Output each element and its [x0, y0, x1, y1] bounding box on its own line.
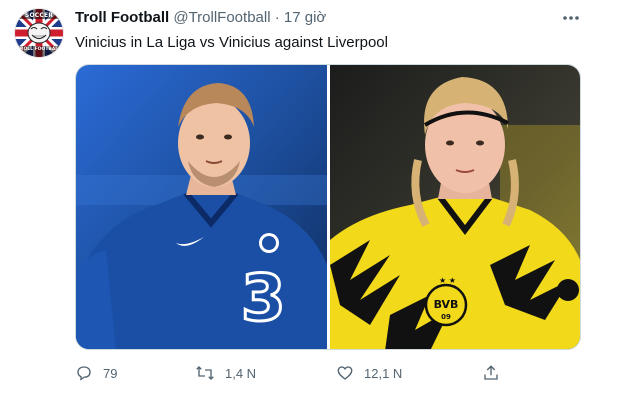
author-name[interactable]: Troll Football [75, 9, 169, 26]
separator-dot: · [274, 9, 280, 26]
player-blue-kit-photo-icon: 3 [76, 65, 327, 349]
retweet-count: 1,4 N [225, 365, 257, 381]
tweet[interactable]: SOCCER TROLL FOOTBALL Troll Football @Tr… [0, 0, 630, 414]
reply-count: 79 [103, 365, 118, 381]
tweet-media[interactable]: 3 BVB 09 ★ ★ [75, 64, 581, 350]
media-image-right[interactable]: BVB 09 ★ ★ [330, 65, 580, 349]
tweet-time[interactable]: 17 giờ [284, 9, 326, 26]
heart-icon [337, 366, 353, 380]
badge-sub-text: 09 [441, 313, 451, 321]
like-button[interactable]: 12,1 N [336, 362, 402, 384]
avatar-bottom-text: TROLL FOOTBALL [16, 47, 62, 52]
retweet-button[interactable]: 1,4 N [195, 362, 256, 384]
tweet-header: Troll Football @TrollFootball · 17 giờ [75, 9, 326, 29]
player-yellow-kit-photo-icon: BVB 09 ★ ★ [330, 65, 580, 349]
avatar[interactable]: SOCCER TROLL FOOTBALL [14, 8, 64, 58]
reply-icon [77, 366, 91, 381]
more-options-button[interactable] [560, 9, 582, 27]
share-icon [484, 365, 498, 380]
more-icon [563, 16, 579, 20]
reply-button[interactable]: 79 [75, 362, 117, 384]
media-image-left[interactable]: 3 [76, 65, 327, 349]
share-button[interactable] [482, 362, 500, 384]
author-handle[interactable]: @TrollFootball [173, 9, 270, 26]
retweet-icon [196, 366, 214, 380]
troll-face-icon [27, 22, 51, 44]
svg-text:3: 3 [241, 262, 286, 336]
like-count: 12,1 N [364, 365, 403, 381]
avatar-top-text: SOCCER [24, 12, 54, 19]
tweet-text: Vinicius in La Liga vs Vinicius against … [75, 34, 388, 51]
svg-text:★ ★: ★ ★ [439, 276, 456, 285]
badge-text: BVB [434, 298, 459, 311]
